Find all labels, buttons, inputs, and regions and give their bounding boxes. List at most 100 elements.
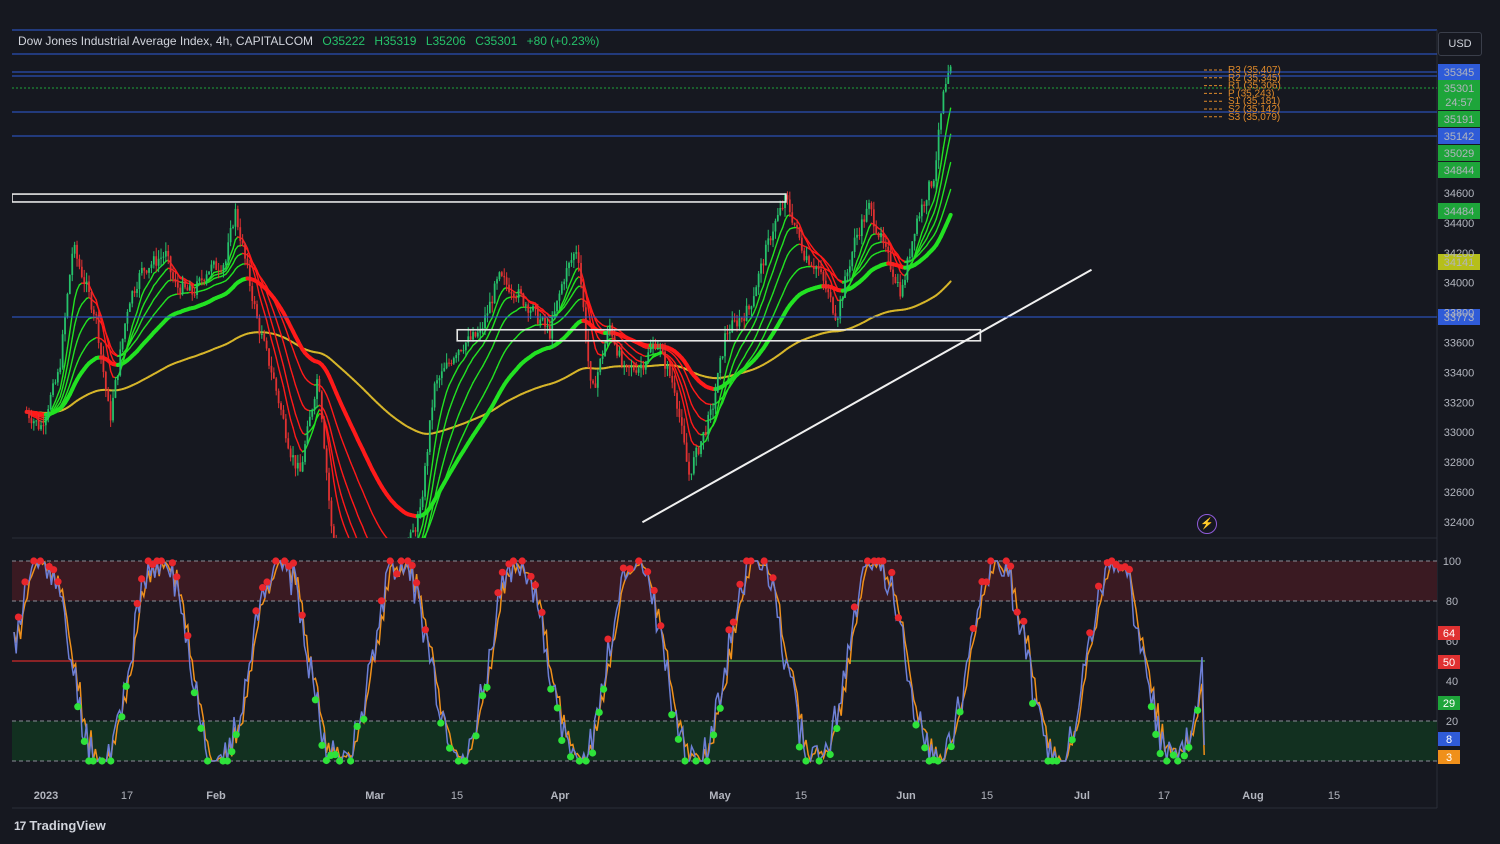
ema-ribbon-3-segment	[774, 304, 779, 312]
ema-ribbon-1-segment	[685, 403, 690, 415]
candle-body	[779, 207, 782, 215]
price-tag-label: 35029	[1444, 148, 1475, 160]
time-axis-tick: Apr	[551, 790, 571, 802]
ema-ribbon-3-segment	[389, 541, 391, 544]
ema-ribbon-3-segment	[947, 188, 952, 198]
oversold-dot	[360, 715, 368, 723]
ema-ribbon-3-segment	[940, 211, 945, 220]
ema-ribbon-1-segment	[486, 331, 491, 339]
tradingview-logo[interactable]: 17 TradingView	[14, 818, 106, 833]
ema-ribbon-3-segment	[685, 374, 690, 382]
ema-ribbon-0-segment	[275, 357, 280, 369]
ema-ribbon-1-segment	[676, 372, 681, 381]
candle-body	[52, 383, 54, 395]
candle-body	[880, 233, 882, 238]
candle-body	[445, 362, 448, 369]
oversold-dot	[336, 757, 344, 765]
ema-ribbon-2-segment	[781, 260, 786, 269]
candle-body	[450, 363, 453, 365]
price-pane[interactable]	[12, 64, 1224, 609]
candle-body	[54, 382, 57, 384]
ema-ribbon-1-segment	[784, 231, 789, 238]
candle-body	[772, 231, 774, 241]
candle-body	[498, 272, 501, 280]
overbought-dot	[769, 574, 777, 582]
ema-ribbon-1-segment	[772, 263, 777, 273]
ema-ribbon-3-segment	[757, 340, 762, 347]
ema-ribbon-2-segment	[275, 318, 280, 328]
candle-body	[160, 257, 162, 259]
symbol-name[interactable]: Dow Jones Industrial Average Index, 4h, …	[18, 34, 313, 48]
candle-body	[282, 409, 285, 419]
candle-body	[661, 347, 664, 352]
ema-ribbon-1-segment	[61, 376, 66, 389]
candle-body	[193, 294, 196, 296]
candle-body	[596, 372, 599, 388]
resistance-box[interactable]	[12, 193, 787, 203]
ema-ribbon-2-segment	[777, 272, 781, 281]
candle-body	[853, 237, 856, 252]
ema-ribbon-1-segment	[76, 307, 81, 317]
lightning-icon[interactable]: ⚡	[1197, 514, 1217, 534]
ema-ribbon-1-segment	[738, 344, 743, 351]
ema-ribbon-1-segment	[930, 212, 935, 220]
ema-ribbon-2-segment	[767, 298, 772, 306]
chart-canvas[interactable]: 353453530124:573519135142350293484434484…	[0, 0, 1500, 844]
candle-body	[892, 269, 894, 277]
ema-ribbon-3-segment	[688, 380, 693, 388]
ema-ribbon-2-segment	[772, 285, 777, 294]
oscillator-pane[interactable]	[12, 557, 1437, 765]
ema-ribbon-3-segment	[496, 361, 501, 369]
oversold-dot	[681, 757, 689, 765]
oversold-dot	[1156, 749, 1164, 758]
ema-ribbon-3-segment	[420, 540, 422, 543]
time-axis-tick: Feb	[206, 790, 226, 802]
ascending-trendline[interactable]	[641, 268, 1093, 524]
candle-body	[827, 289, 830, 293]
ema-ribbon-2-segment	[232, 257, 237, 265]
candle-body	[431, 407, 434, 421]
candle-body	[724, 333, 726, 357]
ema-ribbon-1-segment	[145, 293, 150, 300]
ema-ribbon-1-segment	[753, 318, 757, 326]
candle-body	[61, 334, 64, 368]
ema-ribbon-2-segment	[78, 328, 83, 336]
currency-button[interactable]: USD	[1438, 32, 1482, 56]
ema-ribbon-2-segment	[66, 370, 71, 382]
support-box[interactable]	[456, 328, 982, 342]
candle-body	[152, 256, 155, 265]
price-axis-tick: 32600	[1444, 487, 1475, 499]
symbol-header[interactable]: Dow Jones Industrial Average Index, 4h, …	[18, 34, 599, 48]
ema-ribbon-2-segment	[933, 218, 937, 226]
overbought-dot	[982, 578, 991, 586]
ema-ribbon-2-segment	[69, 359, 73, 372]
ema-ribbon-2-segment	[270, 305, 275, 314]
ema-ribbon-0-segment	[769, 254, 774, 263]
ema-ribbon-2-segment	[685, 388, 690, 398]
candle-body	[512, 293, 515, 298]
candle-body	[162, 256, 165, 258]
ema-ribbon-1-segment	[340, 493, 345, 504]
oversold-dot	[353, 722, 361, 731]
candle-body	[462, 350, 465, 352]
ema-ribbon-0-segment	[762, 275, 767, 287]
ema-ribbon-0-segment	[781, 219, 786, 229]
overbought-dot	[531, 581, 540, 589]
ema-ribbon-0-segment	[947, 107, 952, 121]
candle-body	[292, 455, 294, 458]
candle-body	[227, 242, 230, 262]
overbought-dot	[54, 578, 62, 586]
candle-body	[628, 365, 630, 368]
candle-body	[414, 530, 417, 532]
candle-body	[644, 362, 647, 370]
overbought-dot	[397, 557, 405, 565]
candle-body	[544, 317, 546, 327]
ema-ribbon-0-segment	[568, 279, 573, 287]
overbought-dot	[1013, 608, 1021, 616]
oversold-dot	[89, 757, 97, 765]
ema-ribbon-2-segment	[370, 544, 372, 549]
candle-body	[59, 367, 62, 373]
candle-body	[656, 348, 659, 350]
candle-body	[28, 411, 30, 419]
candle-body	[280, 403, 282, 410]
